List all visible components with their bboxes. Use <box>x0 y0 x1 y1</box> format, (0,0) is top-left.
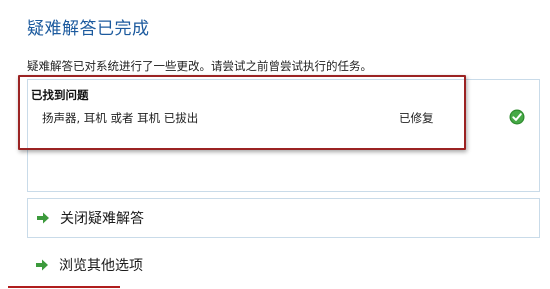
close-troubleshooter-link[interactable]: 关闭疑难解答 <box>27 198 540 238</box>
check-icon <box>509 109 525 125</box>
problem-item-status: 已修复 <box>399 111 434 125</box>
page-title: 疑难解答已完成 <box>27 19 150 39</box>
green-arrow-icon <box>37 212 49 224</box>
explore-other-options-link[interactable]: 浏览其他选项 <box>27 246 538 284</box>
problems-found-header: 已找到问题 <box>31 88 89 102</box>
red-underline-annotation <box>8 286 120 288</box>
problem-item-name: 扬声器, 耳机 或者 耳机 已拔出 <box>42 111 199 125</box>
explore-other-options-label: 浏览其他选项 <box>59 258 143 274</box>
description-text: 疑难解答已对系统进行了一些更改。请尝试之前曾尝试执行的任务。 <box>27 59 372 73</box>
close-troubleshooter-label: 关闭疑难解答 <box>60 211 144 227</box>
green-arrow-icon <box>36 259 48 271</box>
